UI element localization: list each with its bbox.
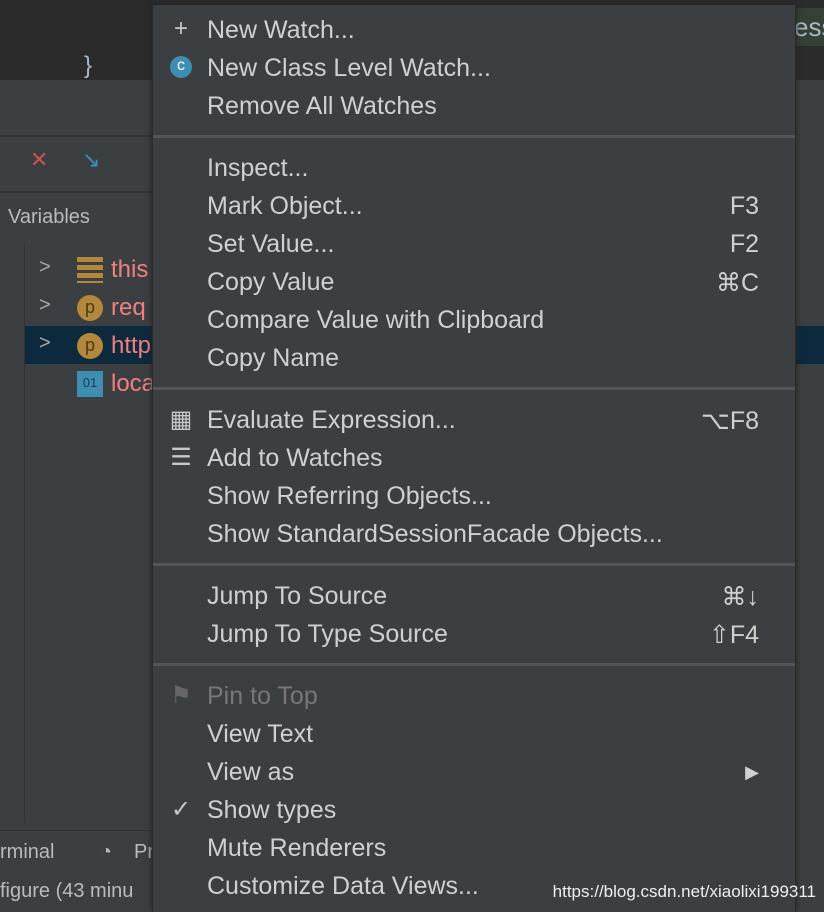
menu-item-label: Show types: [207, 796, 337, 824]
menu-item-label: Remove All Watches: [207, 92, 437, 120]
menu-item-label: Copy Value: [207, 268, 335, 296]
menu-shortcut: ⌘↓: [721, 583, 760, 611]
menu-item-show-referring-objects[interactable]: Show Referring Objects...: [153, 477, 795, 515]
menu-item-label: Pin to Top: [207, 682, 318, 710]
menu-item-label: View Text: [207, 720, 314, 748]
menu-separator: [153, 663, 795, 666]
menu-item-label: Mute Renderers: [207, 834, 387, 862]
context-menu: + New Watch... c New Class Level Watch... Re…: [152, 5, 796, 912]
variable-name: http: [111, 332, 152, 359]
profiler-tab[interactable]: Pr: [134, 841, 154, 864]
menu-item-label: Set Value...: [207, 230, 335, 258]
menu-item-set-value[interactable]: Set Value... F2: [153, 225, 795, 263]
menu-item-new-watch[interactable]: + New Watch...: [153, 11, 795, 49]
menu-item-label: Jump To Source: [207, 582, 388, 610]
menu-item-add-to-watches[interactable]: ☰ Add to Watches: [153, 439, 795, 477]
menu-item-label: Add to Watches: [207, 444, 383, 472]
menu-item-evaluate-expression[interactable]: ▦ Evaluate Expression... ⌥F8: [153, 401, 795, 439]
remove-breakpoint-icon[interactable]: ✕: [30, 147, 48, 173]
run-to-cursor-icon[interactable]: ↘: [82, 147, 100, 173]
primitive-icon: 01: [77, 371, 103, 397]
chevron-right-icon[interactable]: >: [39, 332, 51, 355]
menu-item-label: Compare Value with Clipboard: [207, 306, 545, 334]
menu-item-label: Customize Data Views...: [207, 872, 479, 900]
variable-name: loca: [111, 370, 156, 397]
menu-item-pin-to-top[interactable]: ⚑ Pin to Top: [153, 677, 795, 715]
plus-icon: +: [173, 15, 188, 42]
menu-item-new-class-level-watch[interactable]: c New Class Level Watch...: [153, 49, 795, 87]
menu-item-label: Inspect...: [207, 154, 309, 182]
debug-toolbar: ✕ ↘: [0, 135, 160, 193]
terminal-tab[interactable]: rminal: [0, 841, 54, 864]
menu-item-compare-value-with-clipboard[interactable]: Compare Value with Clipboard: [153, 301, 795, 339]
submenu-arrow-icon: ▶: [745, 762, 759, 782]
menu-item-label: Evaluate Expression...: [207, 406, 456, 434]
menu-item-mute-renderers[interactable]: Mute Renderers: [153, 829, 795, 867]
menu-separator: [153, 387, 795, 390]
calculator-icon: ▦: [169, 406, 193, 433]
flag-icon: ⚑: [170, 682, 192, 709]
variable-name: req: [111, 294, 146, 321]
code-brace: }: [84, 52, 93, 79]
bottom-tool-bar: rminal ◔ Pr: [0, 830, 160, 875]
chevron-right-icon[interactable]: >: [39, 256, 51, 279]
menu-item-label: New Class Level Watch...: [207, 54, 491, 82]
add-watch-icon: ☰: [170, 444, 192, 471]
menu-item-label: Show StandardSessionFacade Objects...: [207, 520, 663, 548]
menu-shortcut: F2: [729, 230, 759, 258]
variable-name: this: [111, 256, 149, 283]
menu-item-copy-value[interactable]: Copy Value ⌘C: [153, 263, 795, 301]
menu-item-view-text[interactable]: View Text: [153, 715, 795, 753]
menu-shortcut: ⇧F4: [708, 621, 759, 649]
menu-separator: [153, 135, 795, 138]
class-watch-icon: c: [170, 56, 192, 78]
menu-item-view-as[interactable]: View as ▶: [153, 753, 795, 791]
check-icon: ✓: [170, 796, 192, 823]
menu-item-label: Show Referring Objects...: [207, 482, 492, 510]
menu-item-mark-object[interactable]: Mark Object... F3: [153, 187, 795, 225]
menu-item-show-standardsessionfacade-objects[interactable]: Show StandardSessionFacade Objects...: [153, 515, 795, 553]
menu-shortcut: ⌥F8: [701, 407, 759, 435]
menu-item-label: View as: [207, 758, 295, 786]
profiler-icon[interactable]: ◔: [100, 841, 112, 864]
chevron-right-icon[interactable]: >: [39, 294, 51, 317]
menu-item-jump-to-type-source[interactable]: Jump To Type Source ⇧F4: [153, 615, 795, 653]
parameter-icon: p: [77, 295, 103, 321]
menu-item-label: Jump To Type Source: [207, 620, 448, 648]
menu-item-show-types[interactable]: ✓ Show types: [153, 791, 795, 829]
menu-item-label: Mark Object...: [207, 192, 363, 220]
menu-item-label: Copy Name: [207, 344, 339, 372]
watermark: https://blog.csdn.net/xiaolixi199311: [552, 882, 816, 901]
parameter-icon: p: [77, 333, 103, 359]
menu-separator: [153, 563, 795, 566]
menu-shortcut: ⌘C: [715, 269, 759, 297]
menu-item-inspect[interactable]: Inspect...: [153, 149, 795, 187]
menu-item-label: New Watch...: [207, 16, 355, 44]
menu-item-jump-to-source[interactable]: Jump To Source ⌘↓: [153, 577, 795, 615]
status-bar-text: figure (43 minu: [0, 880, 134, 902]
variables-title: Variables: [8, 206, 90, 228]
menu-shortcut: F3: [729, 192, 759, 220]
menu-item-copy-name[interactable]: Copy Name: [153, 339, 795, 377]
field-icon: [77, 257, 103, 283]
menu-item-remove-all-watches[interactable]: Remove All Watches: [153, 87, 795, 125]
code-highlight: ess: [794, 8, 824, 46]
